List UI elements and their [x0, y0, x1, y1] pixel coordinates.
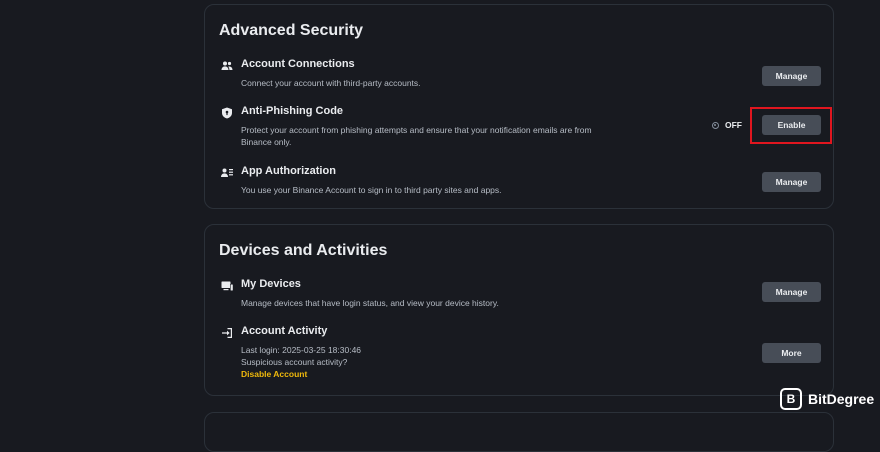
- account-connections-description: Connect your account with third-party ac…: [241, 78, 421, 88]
- anti-phishing-status: OFF: [712, 120, 742, 130]
- login-icon: [220, 326, 234, 340]
- last-login-text: Last login: 2025-03-25 18:30:46: [241, 345, 362, 355]
- devices-icon: [220, 279, 234, 293]
- account-connections-manage-button[interactable]: Manage: [762, 66, 821, 86]
- account-activity-more-button[interactable]: More: [762, 343, 821, 363]
- highlight-box: [750, 107, 832, 144]
- advanced-security-card: Advanced Security Account Connections Co…: [204, 4, 834, 209]
- account-activity-title: Account Activity: [241, 325, 328, 337]
- my-devices-title: My Devices: [241, 278, 301, 290]
- bitdegree-logo-icon: B: [780, 388, 802, 410]
- suspicious-activity-text: Suspicious account activity?: [241, 357, 348, 367]
- next-card: [204, 412, 834, 452]
- advanced-security-title: Advanced Security: [219, 22, 364, 39]
- disable-account-link[interactable]: Disable Account: [241, 368, 611, 380]
- my-devices-description: Manage devices that have login status, a…: [241, 298, 499, 308]
- account-connections-title: Account Connections: [241, 58, 355, 70]
- users-icon: [220, 59, 234, 73]
- bitdegree-watermark-text: BitDegree: [808, 391, 875, 407]
- app-authorization-manage-button[interactable]: Manage: [762, 172, 821, 192]
- anti-phishing-status-text: OFF: [725, 120, 742, 130]
- account-activity-details: Last login: 2025-03-25 18:30:46 Suspicio…: [241, 344, 611, 380]
- anti-phishing-description: Protect your account from phishing attem…: [241, 125, 592, 147]
- app-authorization-title: App Authorization: [241, 165, 336, 177]
- anti-phishing-title: Anti-Phishing Code: [241, 105, 344, 117]
- app-authorization-description: You use your Binance Account to sign in …: [241, 185, 502, 195]
- shield-icon: [220, 106, 234, 120]
- status-off-icon: [712, 121, 719, 129]
- my-devices-manage-button[interactable]: Manage: [762, 282, 821, 302]
- devices-activities-title: Devices and Activities: [219, 242, 388, 259]
- bitdegree-watermark: B BitDegree: [780, 388, 874, 410]
- app-authorization-icon: [220, 166, 234, 180]
- devices-activities-card: Devices and Activities My Devices Manage…: [204, 224, 834, 396]
